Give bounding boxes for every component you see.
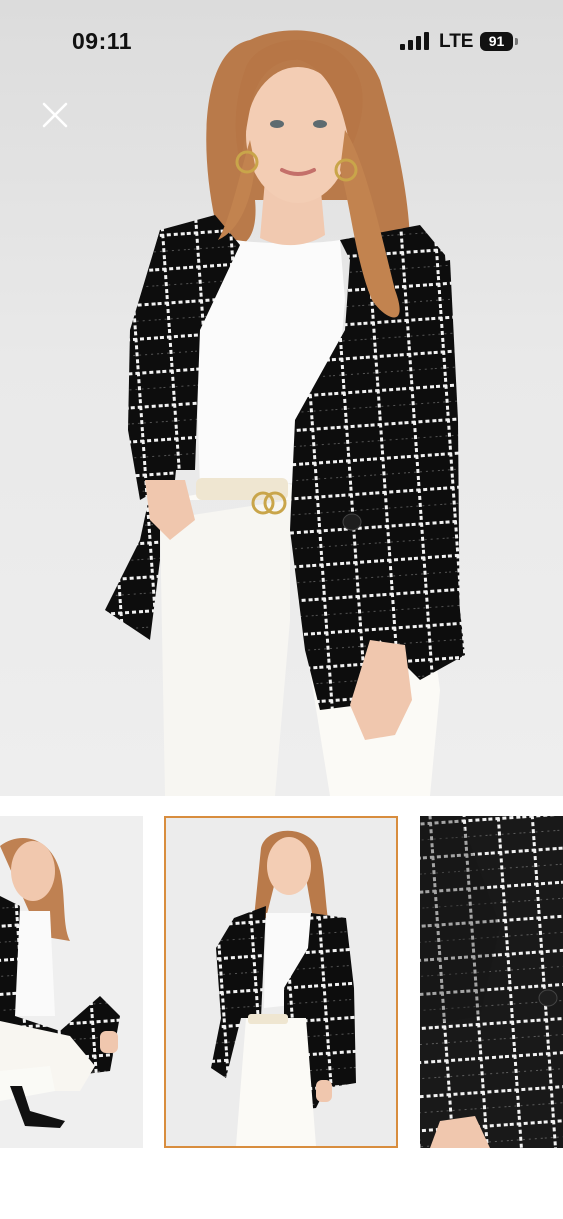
status-time: 09:11 bbox=[72, 28, 133, 54]
thumbnail-standing-photo bbox=[166, 818, 396, 1146]
product-main-image[interactable]: 09:11 LTE 91 bbox=[0, 0, 563, 796]
battery-level: 91 bbox=[480, 32, 513, 51]
thumbnail-crouching-photo bbox=[0, 816, 143, 1148]
battery-icon bbox=[515, 38, 518, 45]
thumbnail-strip bbox=[0, 816, 563, 1152]
network-type: LTE bbox=[439, 31, 474, 52]
status-bar: 09:11 LTE 91 bbox=[0, 0, 563, 84]
thumbnail-1[interactable] bbox=[0, 816, 143, 1148]
thumbnail-3[interactable] bbox=[420, 816, 563, 1148]
close-button[interactable] bbox=[38, 98, 72, 132]
close-icon bbox=[42, 102, 68, 128]
thumbnail-fabric-detail-photo bbox=[420, 816, 563, 1148]
signal-bars-icon bbox=[400, 32, 429, 50]
bottom-spacer bbox=[0, 1152, 563, 1219]
thumbnail-2-selected[interactable] bbox=[164, 816, 398, 1148]
model-photo bbox=[105, 30, 465, 796]
